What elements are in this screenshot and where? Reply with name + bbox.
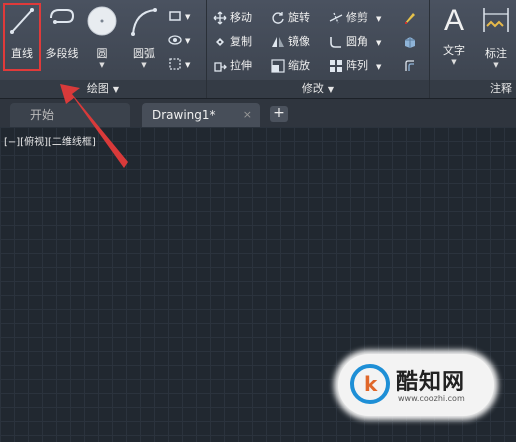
modify-panel-footer[interactable]: 修改 ▼ [207, 80, 429, 98]
rectangle-tool[interactable]: ▼ [168, 6, 190, 26]
stretch-icon [214, 62, 227, 72]
region-tool[interactable]: ▼ [168, 54, 190, 74]
draw-panel-title: 绘图 [86, 82, 109, 95]
viewport-controls-label[interactable]: [−][俯视][二维线框] [4, 133, 96, 148]
text-dropdown-icon[interactable]: ▼ [434, 58, 474, 66]
rotate-icon [272, 12, 284, 24]
arc-label: 圆弧 [133, 47, 155, 60]
mirror-label: 镜像 [288, 35, 310, 48]
fillet-button[interactable]: 圆角 ▼ [329, 32, 381, 52]
array-icon [330, 60, 342, 72]
copy-icon [216, 38, 224, 46]
close-icon[interactable]: × [243, 103, 252, 127]
text-a-icon: A [443, 4, 464, 37]
draw-panel-footer[interactable]: 绘图 ▼ [0, 80, 206, 98]
fillet-icon [330, 37, 341, 48]
trim-label: 修剪 [346, 11, 368, 24]
polyline-icon [50, 9, 75, 24]
chevron-down-icon: ▼ [376, 39, 382, 47]
chevron-down-icon: ▼ [112, 85, 120, 94]
scale-label: 缩放 [288, 59, 310, 72]
arc-dropdown-icon[interactable]: ▼ [124, 61, 164, 69]
hatch-tool[interactable]: ▼ [168, 30, 190, 50]
tab-drawing1-label: Drawing1* [152, 108, 216, 122]
tab-start[interactable]: 开始 [10, 103, 130, 127]
offset-icon [405, 60, 414, 71]
trim-button[interactable]: 修剪 ▼ [329, 8, 381, 28]
modify-panel: 移动 旋转 修剪 ▼ 复制 镜像 圆角 ▼ 拉伸 缩放 阵列 ▼ 修改 ▼ [207, 0, 430, 98]
scale-icon [271, 59, 285, 73]
array-label: 阵列 [346, 59, 368, 72]
rotate-button[interactable]: 旋转 [271, 8, 310, 28]
circle-dropdown-icon[interactable]: ▼ [82, 61, 122, 69]
line-icon [10, 8, 34, 34]
tab-drawing1[interactable]: Drawing1* × [142, 103, 260, 127]
text-label: 文字 [443, 44, 465, 57]
chevron-down-icon: ▼ [185, 61, 191, 69]
line-button[interactable]: 直线 [2, 4, 42, 61]
circle-label: 圆 [96, 47, 108, 60]
scale-button[interactable]: 缩放 [271, 56, 310, 76]
mirror-button[interactable]: 镜像 [271, 32, 310, 52]
explode-cube-icon [405, 37, 415, 48]
text-button[interactable]: A 文字 ▼ [434, 4, 474, 66]
trim-icon [329, 12, 343, 24]
chevron-down-icon: ▼ [185, 37, 191, 45]
draw-panel: 直线 多段线 圆 ▼ 圆弧 ▼ ▼ ▼ ▼ 绘图 ▼ [0, 0, 207, 98]
line-label: 直线 [11, 47, 33, 60]
watermark-logo: k [350, 364, 390, 404]
arc-icon [131, 8, 157, 36]
mirror-icon [272, 37, 284, 47]
dimension-icon [483, 8, 509, 32]
move-button[interactable]: 移动 [213, 8, 252, 28]
chevron-down-icon: ▼ [376, 15, 382, 23]
file-tab-bar: 开始 Drawing1* × [0, 99, 516, 127]
stretch-button[interactable]: 拉伸 [213, 56, 252, 76]
dimension-label: 标注 [485, 47, 507, 60]
rotate-label: 旋转 [288, 11, 310, 24]
dashed-rectangle-icon [169, 58, 181, 70]
copy-button[interactable]: 复制 [213, 32, 252, 52]
erase-button[interactable] [403, 8, 420, 28]
array-button[interactable]: 阵列 ▼ [329, 56, 381, 76]
polyline-button[interactable]: 多段线 [42, 4, 82, 61]
watermark: k 酷知网 www.coozhi.com [338, 354, 494, 416]
explode-button[interactable] [403, 32, 420, 52]
dimension-dropdown-icon[interactable]: ▼ [476, 61, 516, 69]
chevron-down-icon: ▼ [327, 85, 335, 94]
move-label: 移动 [230, 11, 252, 24]
circle-button[interactable]: 圆 ▼ [82, 4, 122, 69]
ribbon: 直线 多段线 圆 ▼ 圆弧 ▼ ▼ ▼ ▼ 绘图 ▼ 移动 旋转 修剪 ▼ 复制… [0, 0, 516, 99]
watermark-url: www.coozhi.com [398, 394, 465, 403]
watermark-logo-char: k [364, 372, 378, 396]
move-icon [213, 11, 227, 25]
offset-button[interactable] [403, 56, 420, 76]
stretch-label: 拉伸 [230, 59, 252, 72]
dimension-button[interactable]: 标注 ▼ [476, 4, 516, 69]
chevron-down-icon: ▼ [185, 13, 191, 21]
annotation-panel-title: 注释 [490, 82, 512, 95]
polyline-label: 多段线 [45, 47, 79, 60]
rectangle-icon [169, 11, 181, 21]
eye-icon [168, 35, 182, 45]
annotation-panel-footer[interactable]: 注释 [430, 80, 516, 98]
eraser-icon [405, 13, 415, 24]
modify-panel-title: 修改 [301, 82, 324, 95]
watermark-name: 酷知网 [396, 370, 466, 395]
copy-label: 复制 [230, 35, 252, 48]
circle-icon [87, 6, 117, 36]
annotation-panel: A 文字 ▼ 标注 ▼ 注释 [430, 0, 516, 98]
arc-button[interactable]: 圆弧 ▼ [124, 4, 164, 69]
tab-start-label: 开始 [30, 108, 55, 122]
chevron-down-icon: ▼ [376, 63, 382, 71]
new-tab-button[interactable]: + [270, 106, 288, 122]
fillet-label: 圆角 [346, 35, 368, 48]
